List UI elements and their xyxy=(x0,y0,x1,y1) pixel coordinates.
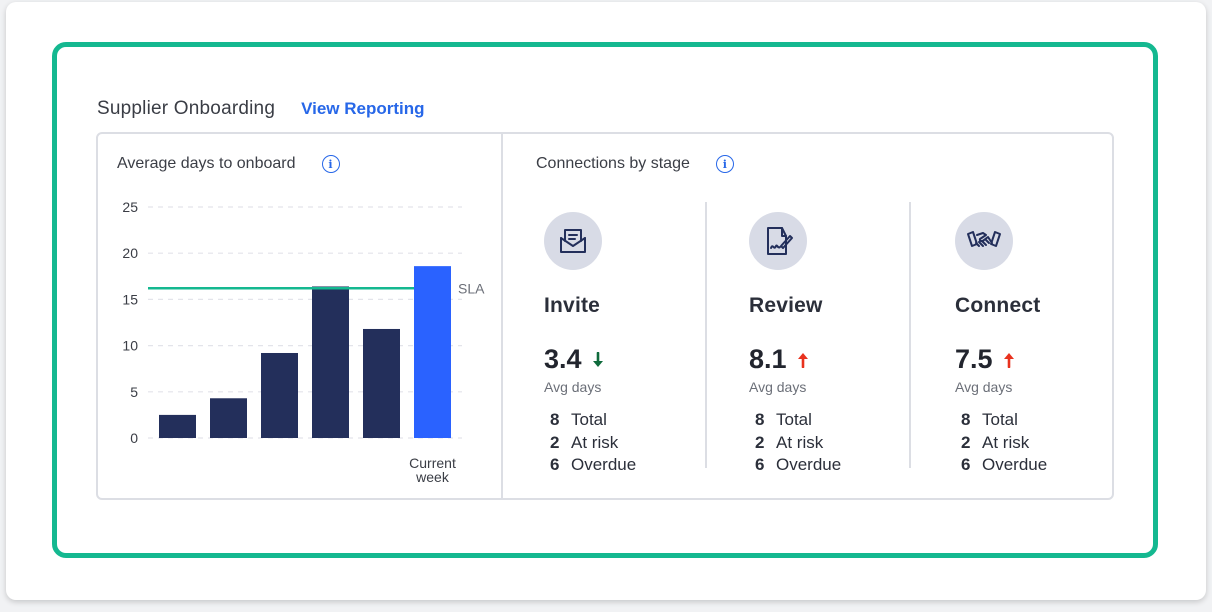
widget-title: Supplier Onboarding xyxy=(97,98,276,119)
stage-name: Review xyxy=(749,294,823,317)
stat-row-overdue: 6 Overdue xyxy=(755,454,929,477)
stage-value-row: 8.1 xyxy=(749,344,929,375)
stage-sub-label: Avg days xyxy=(749,379,807,395)
stat-num: 6 xyxy=(961,455,971,474)
widget-header: Supplier Onboarding View Reporting xyxy=(97,96,425,122)
stage-name: Connect xyxy=(955,294,1041,317)
stat-num: 2 xyxy=(755,432,765,452)
bar[interactable] xyxy=(261,352,298,438)
stage-stats: 8 Total 2 At risk 6 Overdue xyxy=(755,409,929,477)
stat-num: 6 xyxy=(755,455,765,474)
stat-num: 8 xyxy=(755,410,765,429)
info-icon[interactable]: i xyxy=(321,155,340,173)
stat-label: Overdue xyxy=(571,455,637,474)
view-reporting-link[interactable]: View Reporting xyxy=(301,99,424,119)
bar[interactable] xyxy=(210,398,247,438)
stat-row-total: 8 Total xyxy=(550,409,724,432)
stage-sub-label: Avg days xyxy=(955,379,1013,395)
stage-stats: 8 Total 2 At risk 6 Overdue xyxy=(550,409,724,477)
stat-num: 2 xyxy=(961,432,971,452)
envelope-icon xyxy=(544,212,602,270)
stat-row-at-risk: 2 At risk xyxy=(961,432,1135,455)
stat-label: At risk xyxy=(776,432,824,452)
bar[interactable] xyxy=(312,286,349,438)
current-week-bar[interactable] xyxy=(414,266,451,438)
info-icon[interactable]: i xyxy=(715,155,734,173)
connections-title: Connections by stage i xyxy=(536,155,734,173)
avg-days-title-text: Average days to onboard xyxy=(117,155,296,172)
y-tick-label: 5 xyxy=(130,384,138,400)
y-tick-label: 0 xyxy=(130,430,138,446)
y-tick-label: 15 xyxy=(122,291,138,307)
stage-value-row: 7.5 xyxy=(955,344,1135,375)
stage-connect[interactable]: Connect 7.5 Avg days 8 Total 2 At risk 6 Ov… xyxy=(955,212,1135,477)
bar[interactable] xyxy=(159,414,196,438)
stat-num: 8 xyxy=(550,410,560,429)
stat-row-at-risk: 2 At risk xyxy=(755,432,929,455)
y-tick-label: 20 xyxy=(122,245,138,261)
stage-avg-value: 8.1 xyxy=(749,344,787,374)
stat-label: Total xyxy=(571,410,607,429)
stage-name: Invite xyxy=(544,294,601,317)
stat-row-total: 8 Total xyxy=(961,409,1135,432)
stage-avg-value: 7.5 xyxy=(955,344,993,374)
avg-days-chart: 0 5 10 15 20 25 Current week SLA xyxy=(122,199,485,485)
stage-review[interactable]: Review 8.1 Avg days 8 Total 2 At risk 6 Ove… xyxy=(749,212,929,477)
connections-title-text: Connections by stage xyxy=(536,155,690,172)
trend-up-icon xyxy=(797,352,808,368)
stat-row-overdue: 6 Overdue xyxy=(550,454,724,477)
stage-stats: 8 Total 2 At risk 6 Overdue xyxy=(961,409,1135,477)
document-sign-icon xyxy=(749,212,807,270)
sla-label: SLA xyxy=(458,280,485,296)
panel-divider xyxy=(501,132,503,500)
stat-row-overdue: 6 Overdue xyxy=(961,454,1135,477)
stat-row-total: 8 Total xyxy=(755,409,929,432)
stage-avg-value: 3.4 xyxy=(544,344,582,374)
stage-sub-label: Avg days xyxy=(544,379,602,395)
stage-value-row: 3.4 xyxy=(544,344,724,375)
stat-num: 6 xyxy=(550,455,560,474)
stage-invite[interactable]: Invite 3.4 Avg days 8 Total 2 At risk 6 Ove… xyxy=(544,212,724,477)
x-category-label: Current week xyxy=(409,455,456,485)
y-tick-label: 10 xyxy=(122,338,138,354)
avg-days-title: Average days to onboard i xyxy=(117,155,340,173)
y-tick-label: 25 xyxy=(122,199,138,215)
stat-label: Total xyxy=(776,410,812,429)
bar[interactable] xyxy=(363,328,400,438)
stat-label: At risk xyxy=(982,432,1030,452)
stat-row-at-risk: 2 At risk xyxy=(550,432,724,455)
stat-label: Overdue xyxy=(982,455,1048,474)
stat-label: At risk xyxy=(571,432,619,452)
stat-num: 2 xyxy=(550,432,560,452)
handshake-icon xyxy=(955,212,1013,270)
stat-label: Overdue xyxy=(776,455,842,474)
trend-down-icon xyxy=(592,351,603,367)
stat-num: 8 xyxy=(961,410,971,429)
stat-label: Total xyxy=(982,410,1018,429)
trend-up-icon xyxy=(1003,352,1014,368)
